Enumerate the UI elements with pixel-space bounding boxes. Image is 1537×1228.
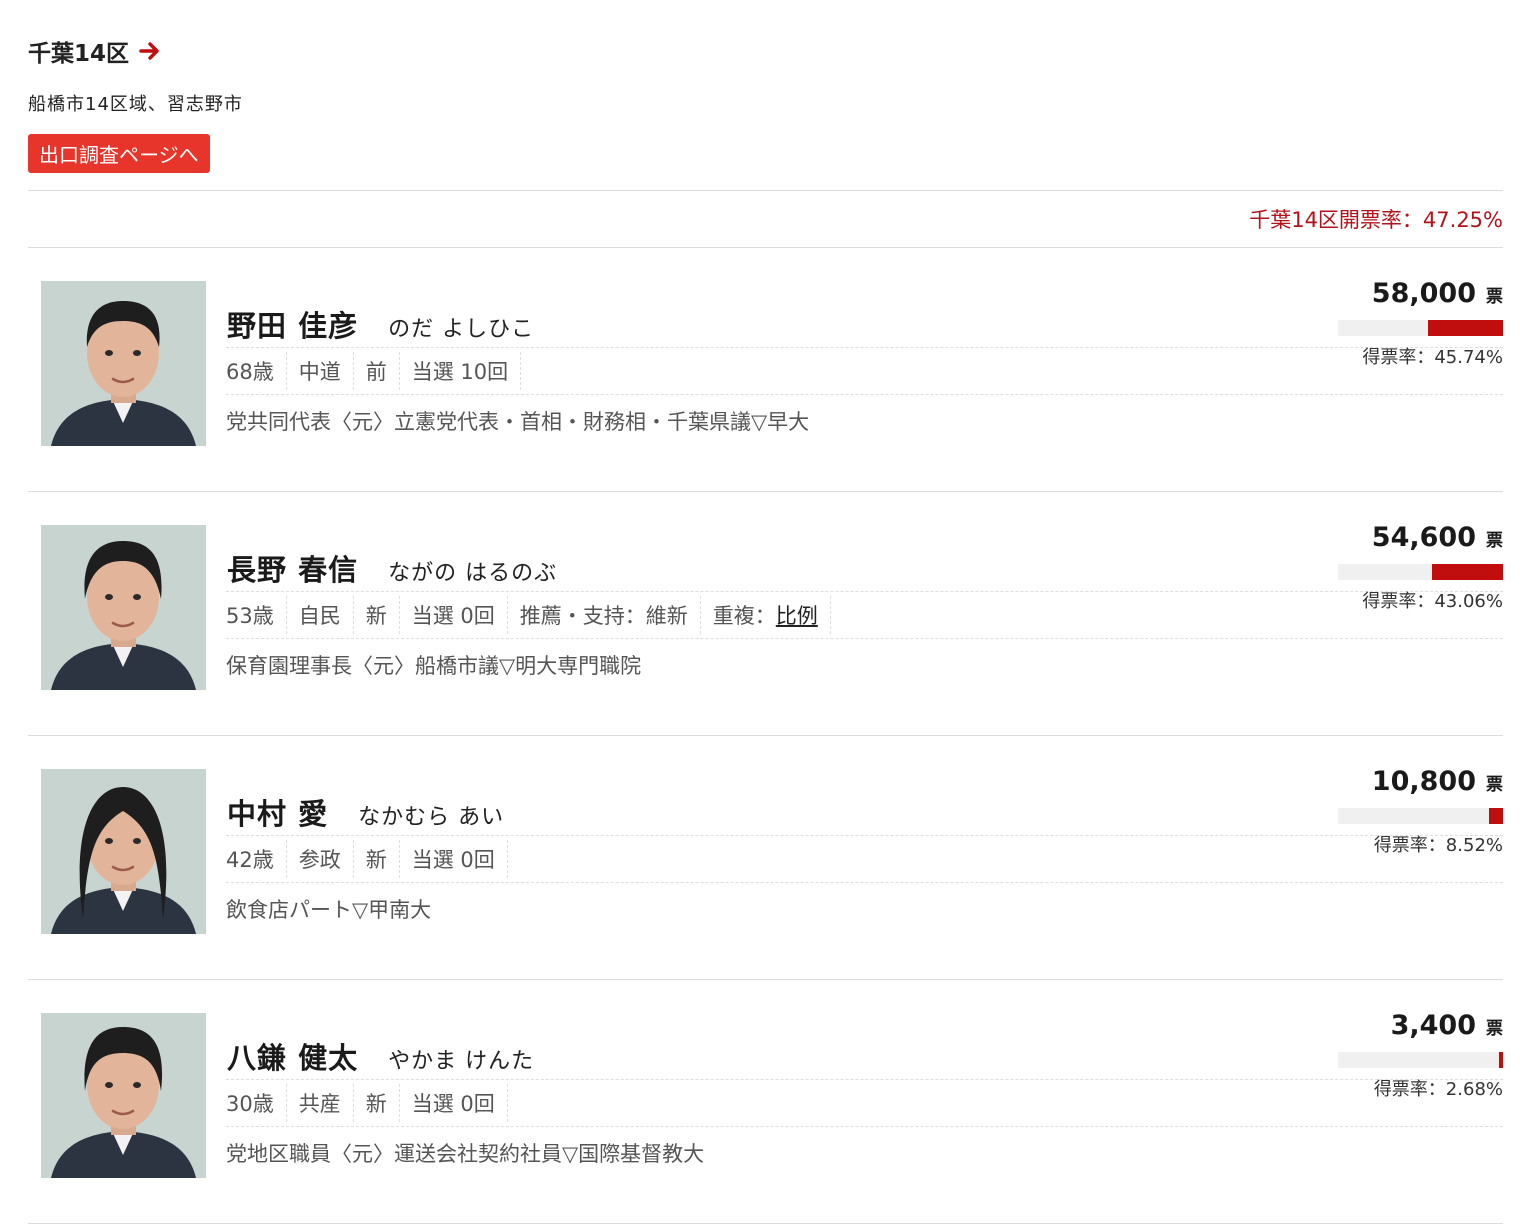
candidate-photo	[41, 525, 206, 690]
district-area: 船橋市14区域、習志野市	[28, 94, 243, 115]
vote-number: 3,400	[1390, 1010, 1476, 1041]
candidate-age: 53歳	[226, 596, 287, 634]
vote-share-bar	[1338, 564, 1503, 580]
vote-share-fill	[1499, 1052, 1503, 1068]
candidate-photo	[41, 769, 206, 934]
candidate-elected-count: 当選 0回	[400, 1084, 508, 1122]
vote-rate: 得票率：45.74%	[1362, 347, 1503, 368]
dashed-divider	[226, 1126, 1503, 1127]
candidate-age: 30歳	[226, 1084, 287, 1122]
candidate-kana: やかま けんた	[388, 1049, 535, 1074]
vote-count: 10,800 票	[1372, 766, 1503, 797]
vote-unit: 票	[1486, 287, 1503, 307]
vote-share-fill	[1489, 808, 1503, 824]
candidate-photo	[41, 281, 206, 446]
candidate-party: 自民	[287, 596, 354, 634]
candidate-row: 長野 春信 ながの はるのぶ 53歳 自民 新 当選 0回 推薦・支持：維新 重…	[28, 492, 1503, 736]
candidate-career: 飲食店パート▽甲南大	[226, 898, 432, 922]
candidate-party: 中道	[287, 352, 354, 390]
vote-count: 3,400 票	[1391, 1010, 1503, 1041]
candidate-party: 参政	[287, 840, 354, 878]
vote-rate: 得票率：2.68%	[1373, 1079, 1503, 1100]
candidate-duplicate: 重複： 比例	[701, 596, 831, 634]
vote-share-bar	[1338, 808, 1503, 824]
candidate-kana: ながの はるのぶ	[388, 561, 558, 586]
candidate-name-row: 野田 佳彦 のだ よしひこ	[227, 303, 534, 343]
vote-number: 58,000	[1371, 278, 1476, 309]
vote-count: 58,000 票	[1372, 278, 1503, 309]
candidate-row: 中村 愛 なかむら あい 42歳 参政 新 当選 0回 飲食店パート▽甲南大 1…	[28, 736, 1503, 980]
candidate-status: 新	[354, 840, 400, 878]
vote-share-bar	[1338, 320, 1503, 336]
candidate-photo	[41, 1013, 206, 1178]
vote-unit: 票	[1486, 1019, 1503, 1039]
candidate-name: 中村 愛	[227, 797, 329, 831]
candidate-status: 新	[354, 1084, 400, 1122]
candidate-age: 42歳	[226, 840, 287, 878]
candidate-career: 党地区職員〈元〉運送会社契約社員▽国際基督教大	[226, 1142, 705, 1166]
candidate-name: 長野 春信	[227, 553, 359, 587]
candidate-status: 新	[354, 596, 400, 634]
dashed-divider	[226, 882, 1503, 883]
vote-number: 10,800	[1371, 766, 1476, 797]
arrow-right-icon	[139, 41, 161, 61]
dashed-divider	[226, 638, 1503, 639]
candidate-attributes: 42歳 参政 新 当選 0回	[226, 836, 508, 882]
turnout-rate: 千葉14区開票率：47.25%	[1249, 208, 1503, 232]
exit-poll-button[interactable]: 出口調査ページへ	[28, 134, 210, 173]
candidate-attributes: 53歳 自民 新 当選 0回 推薦・支持：維新 重複： 比例	[226, 592, 831, 638]
vote-number: 54,600	[1371, 522, 1476, 553]
candidate-career: 党共同代表〈元〉立憲党代表・首相・財務相・千葉県議▽早大	[226, 410, 810, 434]
dashed-divider	[226, 394, 1503, 395]
candidate-attributes: 30歳 共産 新 当選 0回	[226, 1080, 508, 1126]
vote-share-bar	[1338, 1052, 1503, 1068]
vote-share-fill	[1432, 564, 1503, 580]
candidate-name-row: 長野 春信 ながの はるのぶ	[227, 547, 557, 587]
candidate-career: 保育園理事長〈元〉船橋市議▽明大専門職院	[226, 654, 642, 678]
candidate-name: 野田 佳彦	[227, 309, 359, 343]
district-title: 千葉14区	[28, 41, 130, 67]
candidate-name-row: 八鎌 健太 やかま けんた	[227, 1035, 534, 1075]
divider	[28, 1223, 1503, 1224]
divider	[28, 190, 1503, 191]
candidate-name: 八鎌 健太	[227, 1041, 359, 1075]
candidate-elected-count: 当選 0回	[400, 840, 508, 878]
candidate-elected-count: 当選 0回	[400, 596, 508, 634]
candidate-attributes: 68歳 中道 前 当選 10回	[226, 348, 522, 394]
candidate-name-row: 中村 愛 なかむら あい	[227, 791, 504, 831]
candidate-row: 野田 佳彦 のだ よしひこ 68歳 中道 前 当選 10回 党共同代表〈元〉立憲…	[28, 248, 1503, 492]
duplicate-label: 重複：	[712, 604, 776, 628]
vote-rate: 得票率：8.52%	[1373, 835, 1503, 856]
candidate-status: 前	[354, 352, 400, 390]
proportional-link[interactable]: 比例	[776, 600, 818, 630]
vote-count: 54,600 票	[1372, 522, 1503, 553]
candidate-age: 68歳	[226, 352, 287, 390]
vote-unit: 票	[1486, 531, 1503, 551]
vote-unit: 票	[1486, 775, 1503, 795]
vote-share-fill	[1428, 320, 1503, 336]
candidate-party: 共産	[287, 1084, 354, 1122]
candidate-endorsement: 推薦・支持：維新	[508, 596, 701, 634]
vote-rate: 得票率：43.06%	[1362, 591, 1503, 612]
candidate-row: 八鎌 健太 やかま けんた 30歳 共産 新 当選 0回 党地区職員〈元〉運送会…	[28, 980, 1503, 1224]
candidate-kana: のだ よしひこ	[388, 317, 535, 342]
district-title-link[interactable]: 千葉14区	[28, 34, 161, 68]
candidate-kana: なかむら あい	[358, 805, 505, 830]
candidate-elected-count: 当選 10回	[400, 352, 522, 390]
